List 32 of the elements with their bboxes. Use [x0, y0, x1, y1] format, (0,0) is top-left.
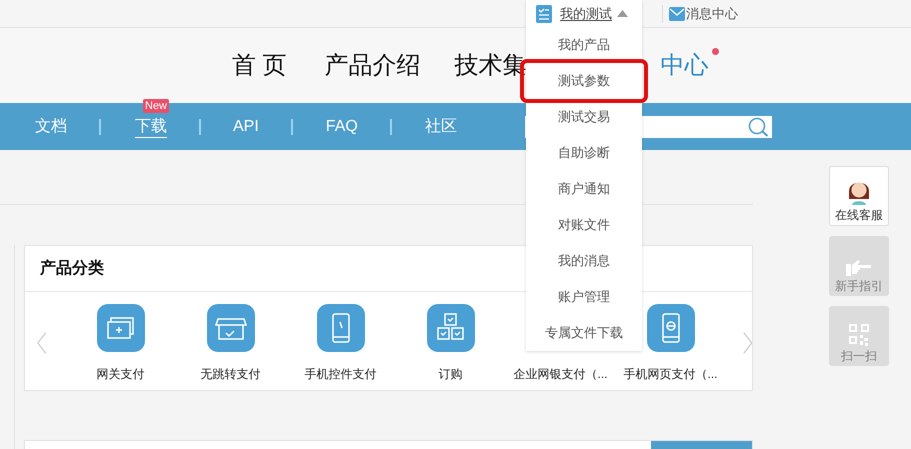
- phone-icon[interactable]: [316, 304, 364, 352]
- product-label[interactable]: 手机网页支付（...: [623, 364, 718, 382]
- menu-item[interactable]: 我的消息: [526, 243, 642, 279]
- my-tests-link[interactable]: 我的测试: [560, 4, 612, 24]
- card-title: 产品分类: [40, 258, 104, 278]
- menu-item[interactable]: 测试交易: [526, 99, 642, 135]
- menu-item[interactable]: 专属文件下载: [526, 315, 642, 351]
- main-nav-link[interactable]: 产品介绍: [324, 48, 421, 84]
- menu-item[interactable]: 我的产品: [526, 27, 642, 63]
- menu-item[interactable]: 账户管理: [526, 279, 642, 315]
- messages-link[interactable]: 消息中心: [669, 4, 738, 24]
- new-badge: New: [143, 98, 170, 112]
- product-label[interactable]: 手机控件支付: [304, 364, 376, 382]
- store-icon[interactable]: [206, 304, 254, 352]
- pointing-hand-icon: [846, 260, 872, 276]
- main-nav-link[interactable]: 首 页: [232, 48, 287, 84]
- envelope-icon: [669, 6, 685, 20]
- qr-code-icon: [849, 324, 869, 346]
- collapse-caret-icon[interactable]: [617, 10, 628, 17]
- side-tool-button[interactable]: 在线客服: [829, 166, 889, 226]
- product-label[interactable]: 网关支付: [96, 364, 144, 382]
- menu-item[interactable]: 对账文件: [526, 207, 642, 243]
- checklist-icon: [536, 4, 552, 22]
- search-icon[interactable]: [748, 116, 770, 136]
- product-label[interactable]: 订购: [438, 364, 462, 382]
- product-label[interactable]: 无跳转支付: [200, 364, 260, 382]
- card-icon[interactable]: [96, 304, 144, 352]
- menu-item[interactable]: 自助诊断: [526, 135, 642, 171]
- menu-item[interactable]: 商户通知: [526, 171, 642, 207]
- main-nav-link[interactable]: 中心: [660, 48, 709, 84]
- product-label[interactable]: 企业网银支付（...: [513, 364, 608, 382]
- cubes-icon[interactable]: [426, 304, 474, 352]
